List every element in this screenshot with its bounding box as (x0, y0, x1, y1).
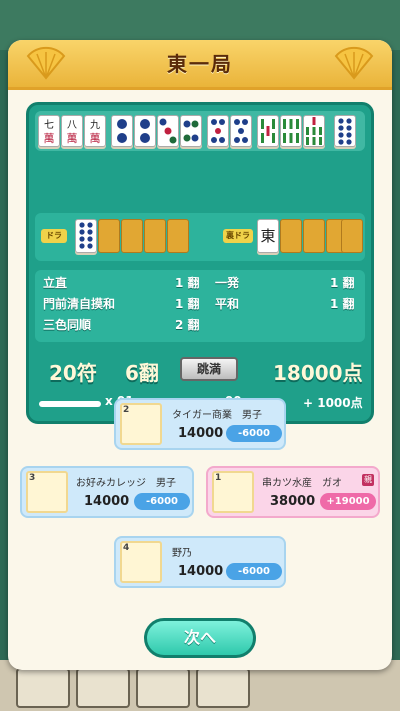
player-card: 4 野乃 14000 -6000 (114, 536, 286, 588)
yaku-name: 三色同順 (43, 318, 92, 332)
svg-text:八: 八 (67, 120, 77, 131)
score-delta: +19000 (320, 493, 376, 510)
background-slot (76, 668, 130, 708)
uradora-tile-east: 東 (257, 219, 279, 253)
dora-tile-8pin (75, 219, 97, 253)
result-dialog: 東一局 七萬 八萬 九萬 ドラ 裏ドラ 東 立直 1 翻 一発 1 翻 門前清自… (8, 40, 392, 670)
yaku-han: 2 翻 (175, 318, 200, 332)
player-rank: 1 (215, 473, 222, 483)
face-down-tile (98, 219, 120, 253)
uradora-label: 裏ドラ (223, 229, 253, 243)
player-name: 串カツ水産 ガオ (262, 478, 342, 489)
tile-5pin (207, 115, 229, 147)
player-card-winner: 1 串カツ水産 ガオ 親 38000 +19000 (206, 466, 380, 518)
score-delta: -6000 (226, 425, 282, 442)
tile-2pin (134, 115, 156, 147)
face-down-tile (167, 219, 189, 253)
han-value: 6翻 (125, 361, 159, 385)
stick-bonus: + 1000点 (303, 396, 363, 410)
dora-section: ドラ 裏ドラ 東 (35, 213, 365, 261)
player-rank: 4 (123, 543, 130, 553)
dealer-badge: 親 (362, 474, 374, 486)
svg-text:萬: 萬 (90, 132, 101, 145)
score-panel: 七萬 八萬 九萬 ドラ 裏ドラ 東 立直 1 翻 一発 1 翻 門前清自摸和 1… (26, 102, 374, 424)
svg-text:萬: 萬 (44, 132, 55, 145)
yaku-han: 1 翻 (175, 297, 200, 311)
tile-7sou (303, 115, 325, 147)
face-down-tile (144, 219, 166, 253)
tile-8man: 八萬 (61, 115, 83, 147)
player-name: お好みカレッジ 男子 (76, 478, 176, 489)
svg-text:七: 七 (44, 119, 54, 131)
background-slot (136, 668, 190, 708)
winning-hand: 七萬 八萬 九萬 (35, 111, 365, 151)
player-points: 14000 (178, 564, 224, 579)
face-down-tile (341, 219, 363, 253)
dialog-header: 東一局 (8, 40, 392, 90)
player-card: 3 お好みカレッジ 男子 14000 -6000 (20, 466, 194, 518)
yaku-han: 1 翻 (330, 297, 355, 311)
yaku-name: 立直 (43, 276, 68, 290)
avatar: 2 (120, 403, 162, 445)
svg-text:九: 九 (90, 119, 100, 131)
face-down-tile (303, 219, 325, 253)
yaku-name: 平和 (215, 297, 240, 311)
player-name: タイガー商業 男子 (172, 410, 262, 421)
tile-3pin (157, 115, 179, 147)
face-down-tile (121, 219, 143, 253)
svg-text:東: 東 (260, 227, 275, 245)
rank-label-haneman: 跳満 (180, 357, 238, 381)
score-delta: -6000 (134, 493, 190, 510)
player-rank: 2 (123, 405, 130, 415)
face-down-tile (280, 219, 302, 253)
avatar: 3 (26, 471, 68, 513)
hand-points: 18000点 (273, 361, 363, 385)
tile-8pin (334, 115, 356, 147)
fan-icon (334, 46, 374, 80)
tile-7man: 七萬 (38, 115, 60, 147)
player-points: 14000 (84, 494, 130, 509)
tile-6sou (280, 115, 302, 147)
yaku-list: 立直 1 翻 一発 1 翻 門前清自摸和 1 翻 平和 1 翻 三色同順 2 翻 (35, 270, 365, 342)
yaku-name: 門前清自摸和 (43, 297, 116, 311)
player-rank: 3 (29, 473, 36, 483)
avatar: 1 (212, 471, 254, 513)
player-points: 38000 (270, 494, 316, 509)
riichi-stick-icon (39, 401, 101, 407)
tile-2pin (111, 115, 133, 147)
avatar: 4 (120, 541, 162, 583)
tile-5sou (257, 115, 279, 147)
background-slot (196, 668, 250, 708)
player-name: 野乃 (172, 548, 192, 559)
next-button[interactable]: 次へ (144, 618, 256, 658)
fu-value: 20符 (49, 361, 97, 385)
tile-9man: 九萬 (84, 115, 106, 147)
player-card: 2 タイガー商業 男子 14000 -6000 (114, 398, 286, 450)
yaku-name: 一発 (215, 276, 240, 290)
score-delta: -6000 (226, 563, 282, 580)
svg-text:萬: 萬 (67, 132, 78, 145)
yaku-han: 1 翻 (175, 276, 200, 290)
dora-label: ドラ (41, 229, 67, 243)
player-points: 14000 (178, 426, 224, 441)
tile-4pin (180, 115, 202, 147)
background-slot (16, 668, 70, 708)
tile-5pin (230, 115, 252, 147)
yaku-han: 1 翻 (330, 276, 355, 290)
